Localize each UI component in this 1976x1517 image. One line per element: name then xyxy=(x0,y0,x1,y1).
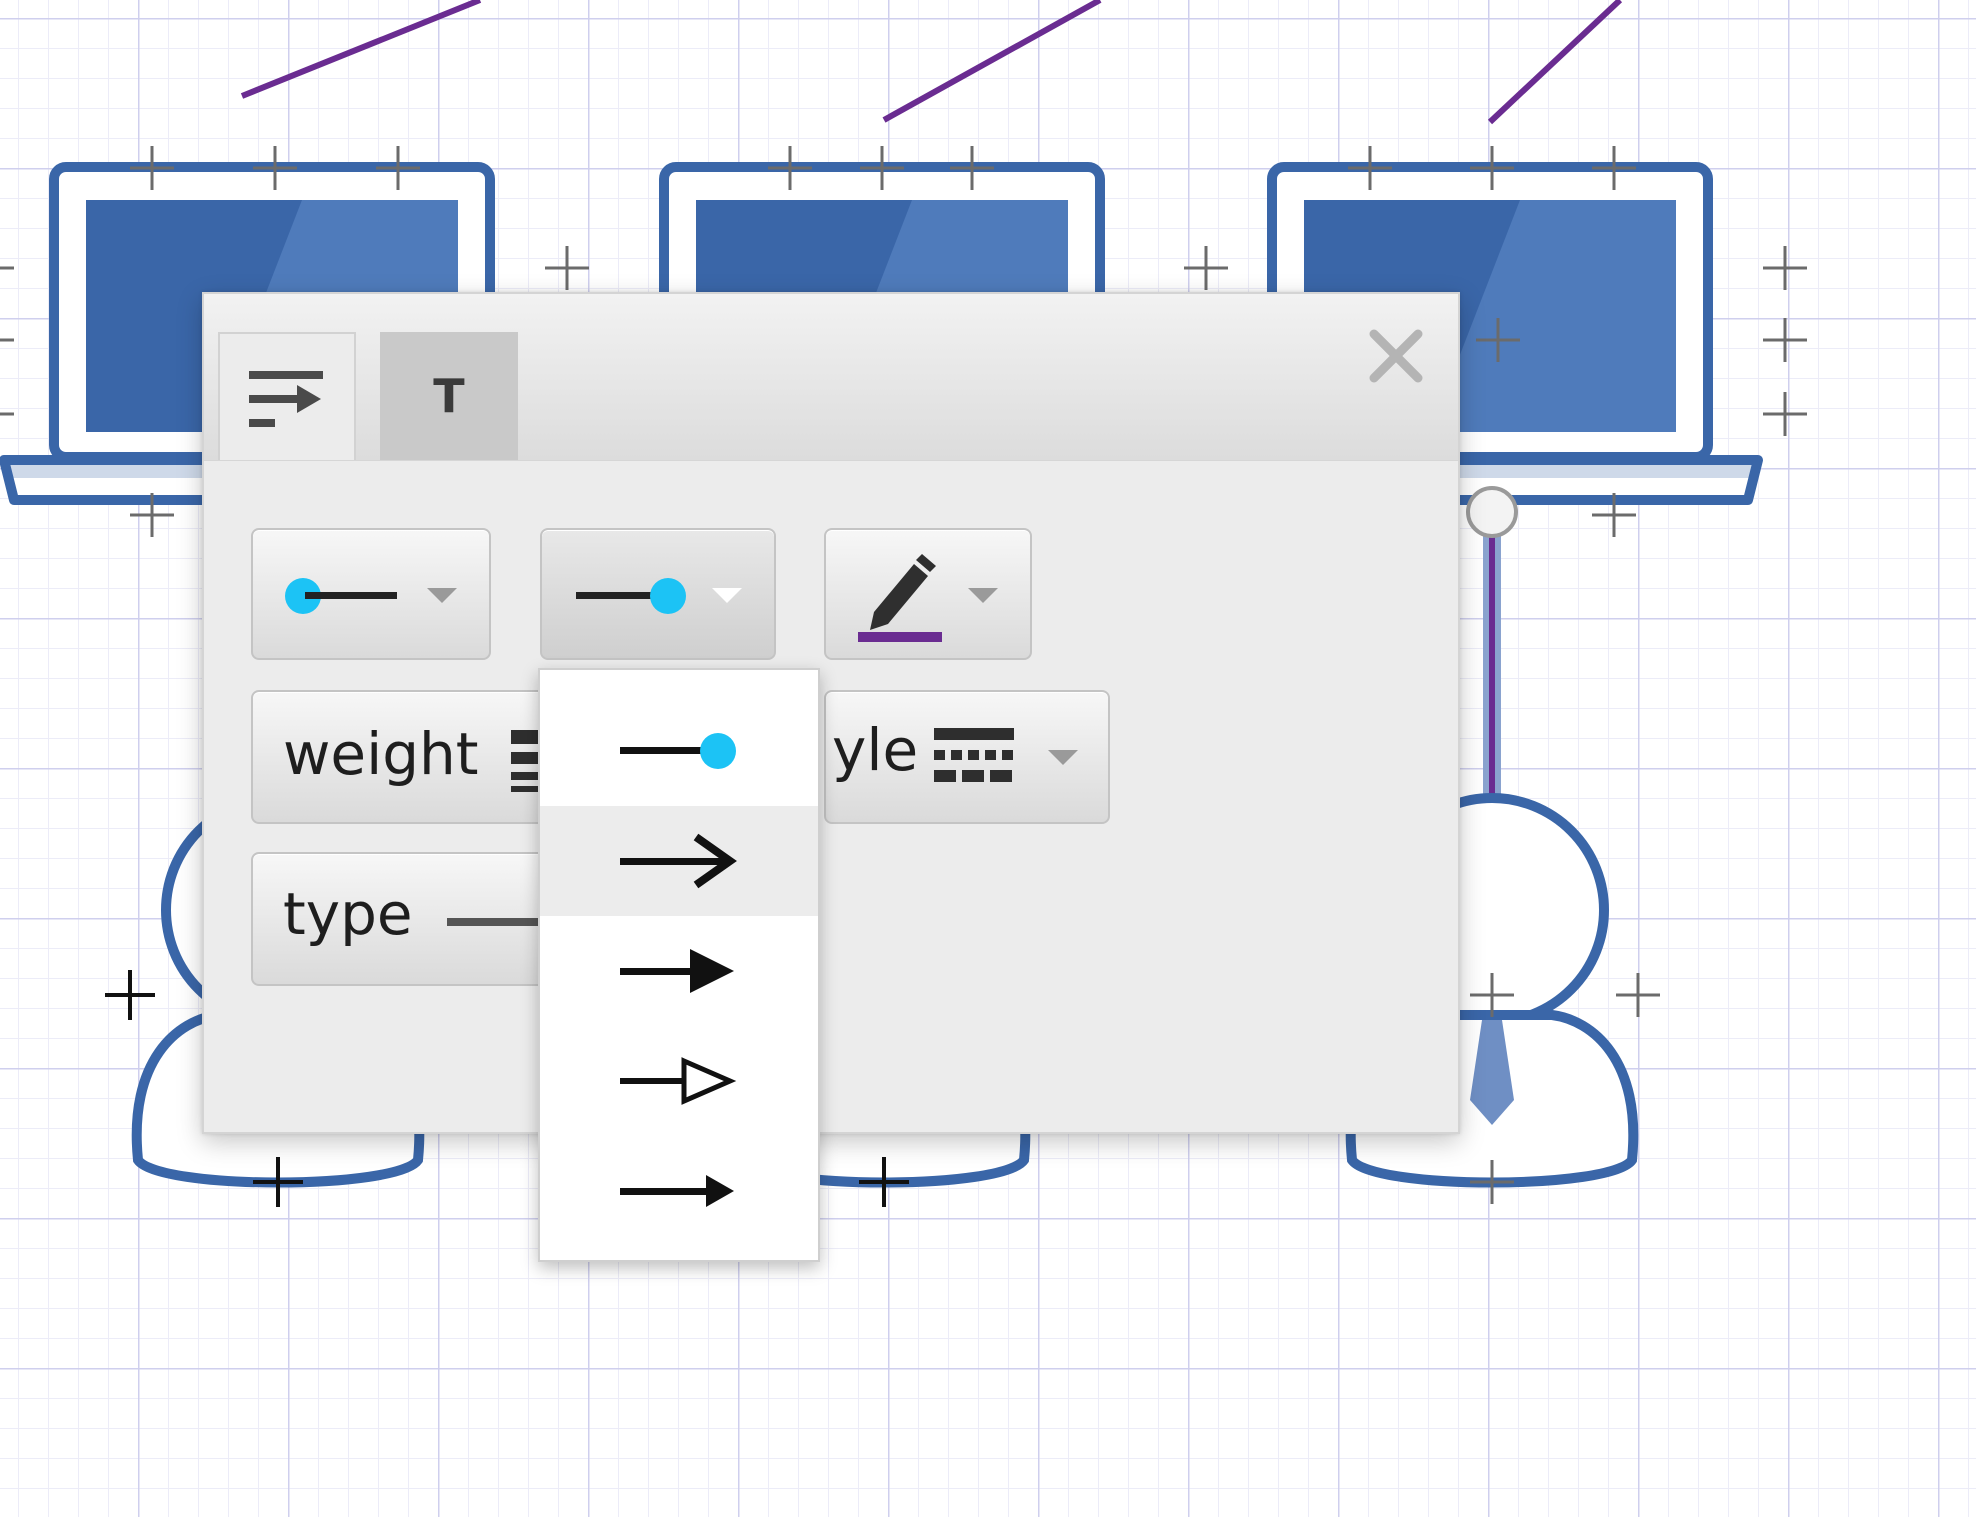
connector-line xyxy=(882,0,1102,123)
close-icon xyxy=(1369,329,1423,383)
connector-line xyxy=(240,0,482,99)
line-arrow-icon xyxy=(249,371,323,427)
dropdown-option-small-arrow[interactable] xyxy=(540,1136,818,1246)
start-endpoint-button[interactable] xyxy=(251,528,491,660)
open-arrow-icon xyxy=(620,833,737,889)
dialog-tab-bar: T xyxy=(204,294,1458,461)
dropdown-option-open-arrow[interactable] xyxy=(540,806,818,916)
end-endpoint-button[interactable] xyxy=(540,528,776,660)
end-arrow-dropdown xyxy=(538,668,820,1262)
line-type-button[interactable]: type xyxy=(251,852,587,986)
chevron-down-icon xyxy=(968,588,998,603)
line-color-button[interactable] xyxy=(824,528,1032,660)
dot-line-start-icon xyxy=(285,578,397,614)
connector-handle xyxy=(1466,486,1518,538)
tab-line-options[interactable] xyxy=(218,332,356,460)
weight-label: weight xyxy=(283,720,479,788)
filled-arrow-icon xyxy=(620,949,734,993)
line-style-button[interactable]: yle xyxy=(824,690,1110,824)
close-button[interactable] xyxy=(1364,324,1428,388)
line-weight-button[interactable]: weight xyxy=(251,690,587,824)
dropdown-option-filled-arrow[interactable] xyxy=(540,916,818,1026)
chevron-down-icon xyxy=(427,588,457,603)
dashed-lines-icon xyxy=(934,728,1014,782)
line-dot-end-icon xyxy=(576,578,686,614)
dropdown-option-hollow-triangle[interactable] xyxy=(540,1026,818,1136)
chevron-down-icon xyxy=(712,588,742,603)
chevron-down-icon xyxy=(1048,750,1078,765)
style-label: yle xyxy=(832,716,919,784)
tab-text-label: T xyxy=(433,369,465,423)
pencil-icon xyxy=(858,554,942,642)
type-label: type xyxy=(283,880,413,948)
dropdown-option-circle-end[interactable] xyxy=(540,696,818,806)
connector-line xyxy=(1487,0,1623,125)
small-arrow-icon xyxy=(620,1175,734,1207)
tab-text-options[interactable]: T xyxy=(380,332,518,460)
line-circle-end-icon xyxy=(620,733,736,769)
hollow-triangle-arrow-icon xyxy=(620,1057,737,1105)
line-options-dialog: T weight yle type xyxy=(202,292,1460,1134)
